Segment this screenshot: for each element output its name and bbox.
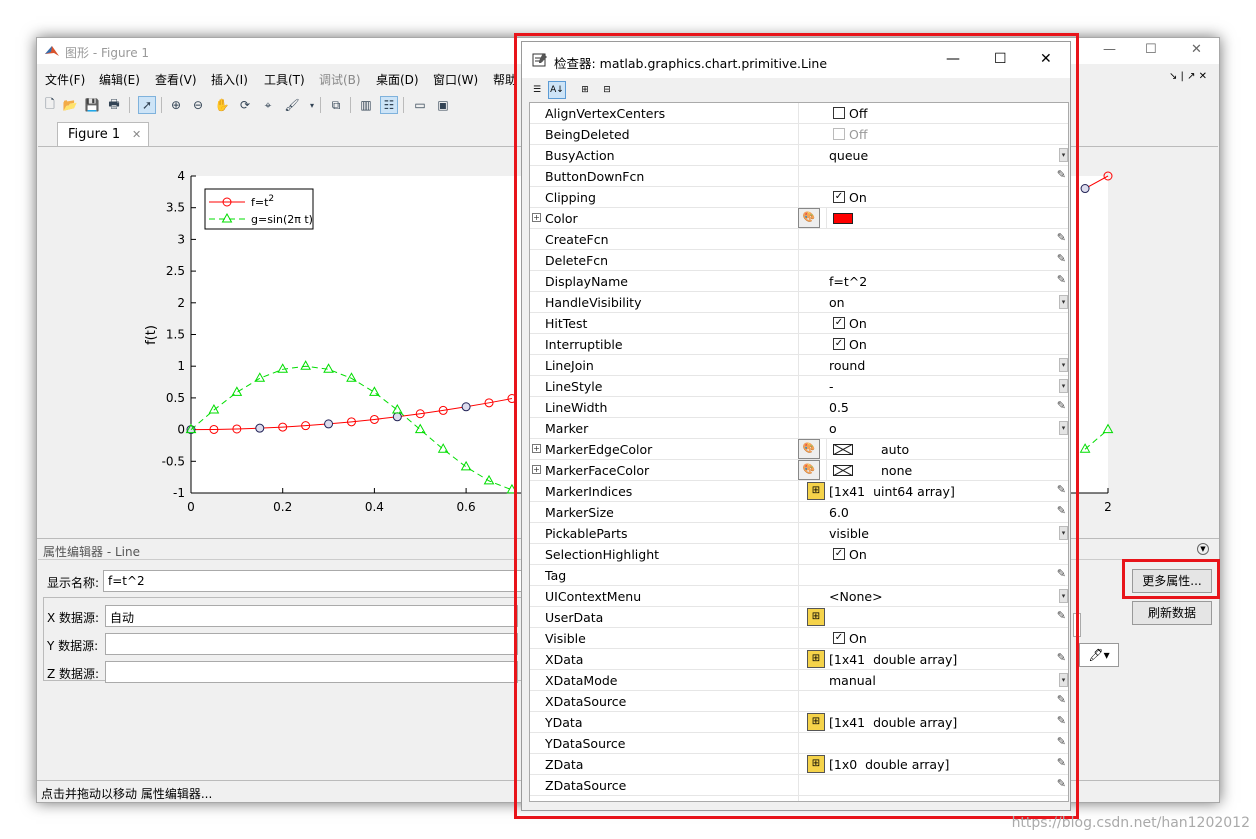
menu-desktop[interactable]: 桌面(D) xyxy=(376,71,419,88)
toolbar-separator xyxy=(161,97,162,113)
legend-label-g: g=sin(2π t) xyxy=(251,213,313,226)
hide-tools-icon[interactable]: ▭ xyxy=(411,96,429,114)
menu-file[interactable]: 文件(F) xyxy=(45,71,85,88)
menu-insert[interactable]: 插入(I) xyxy=(211,71,248,88)
highlight-more-properties xyxy=(1122,559,1220,599)
y-tick-label: 2 xyxy=(177,296,185,310)
menu-edit[interactable]: 编辑(E) xyxy=(99,71,140,88)
open-file-icon[interactable]: 📂 xyxy=(61,96,79,114)
z-source-field[interactable] xyxy=(105,661,518,683)
zoom-out-icon[interactable]: ⊖ xyxy=(189,96,207,114)
menu-debug[interactable]: 调试(B) xyxy=(319,71,361,88)
refresh-data-button[interactable]: 刷新数据 xyxy=(1132,601,1212,625)
y-source-field[interactable] xyxy=(105,633,518,655)
x-tick-label: 0.6 xyxy=(457,500,476,514)
y-tick-label: 2.5 xyxy=(166,264,185,278)
status-text: 点击并拖动以移动 属性编辑器... xyxy=(41,787,213,801)
x-tick-label: 0.4 xyxy=(365,500,384,514)
menu-view[interactable]: 查看(V) xyxy=(155,71,197,88)
x-source-field[interactable]: 自动 xyxy=(105,605,518,627)
series-1-point xyxy=(461,402,471,412)
legend-label-f-superscript: 2 xyxy=(268,194,274,204)
dock-icon[interactable]: ↘ | ↗ ✕ xyxy=(1169,71,1207,82)
y-tick-label: 1 xyxy=(177,359,185,373)
y-tick-label: 1.5 xyxy=(166,328,185,342)
close-button[interactable]: ✕ xyxy=(1191,42,1202,57)
maximize-button[interactable]: ☐ xyxy=(1145,42,1157,57)
watermark: https://blog.csdn.net/han1202012 xyxy=(1011,815,1250,831)
new-figure-icon[interactable]: 🗋 xyxy=(41,96,59,114)
highlight-inspector xyxy=(514,33,1079,819)
tab-label: Figure 1 xyxy=(68,127,121,142)
edit-plot-arrow-icon[interactable]: ➚ xyxy=(138,96,156,114)
menu-window[interactable]: 窗口(W) xyxy=(433,71,478,88)
display-name-label: 显示名称: xyxy=(47,576,100,590)
y-tick-label: -1 xyxy=(173,486,185,500)
brush-icon[interactable]: 🖌 xyxy=(283,96,301,114)
y-axis-label: f(t) xyxy=(144,325,159,345)
colorbar-icon[interactable]: ▥ xyxy=(357,96,375,114)
matlab-logo-icon xyxy=(45,46,59,56)
print-icon[interactable]: 🖶 xyxy=(105,96,123,114)
close-tab-icon[interactable]: ✕ xyxy=(132,128,141,141)
show-tools-icon[interactable]: ▣ xyxy=(434,96,452,114)
property-editor-title: 属性编辑器 - Line xyxy=(43,545,140,559)
x-tick-label: 0.2 xyxy=(273,500,292,514)
link-plot-icon[interactable]: ⧉ xyxy=(327,96,345,114)
minimize-button[interactable]: — xyxy=(1103,42,1116,57)
y-tick-label: -0.5 xyxy=(162,454,185,468)
menu-tools[interactable]: 工具(T) xyxy=(264,71,305,88)
zoom-in-icon[interactable]: ⊕ xyxy=(167,96,185,114)
x-source-label: X 数据源: xyxy=(47,611,100,625)
x-tick-label: 0 xyxy=(187,500,195,514)
save-icon[interactable]: 💾 xyxy=(83,96,101,114)
data-cursor-icon[interactable]: ⌖ xyxy=(259,96,277,114)
z-source-label: Z 数据源: xyxy=(47,667,100,681)
toolbar-separator xyxy=(403,97,404,113)
tab-figure-1[interactable]: Figure 1 ✕ xyxy=(57,122,149,146)
brush-dropdown-icon[interactable]: ▾ xyxy=(303,96,321,114)
series-1-point xyxy=(1080,184,1090,194)
y-source-label: Y 数据源: xyxy=(47,639,99,653)
display-name-field[interactable]: f=t^2 xyxy=(103,570,523,592)
y-tick-label: 3 xyxy=(177,232,185,246)
legend-icon[interactable]: ☷ xyxy=(380,96,398,114)
series-1-point xyxy=(392,412,402,422)
pan-icon[interactable]: ✋ xyxy=(213,96,231,114)
legend-label-f-base: f=t xyxy=(251,196,269,209)
toolbar-separator xyxy=(129,97,130,113)
y-tick-label: 0.5 xyxy=(166,391,185,405)
line-color-picker[interactable]: 🖊▾ xyxy=(1079,643,1119,667)
x-tick-label: 2 xyxy=(1104,500,1112,514)
toolbar-separator xyxy=(350,97,351,113)
collapse-icon[interactable]: ▼ xyxy=(1197,543,1209,555)
y-tick-label: 3.5 xyxy=(166,201,185,215)
series-1-point xyxy=(324,419,334,429)
y-tick-label: 4 xyxy=(177,169,185,183)
y-tick-label: 0 xyxy=(177,423,185,437)
rotate-icon[interactable]: ⟳ xyxy=(236,96,254,114)
series-1-point xyxy=(255,423,265,433)
toolbar-separator xyxy=(320,97,321,113)
figure-title: 图形 - Figure 1 xyxy=(65,46,150,60)
